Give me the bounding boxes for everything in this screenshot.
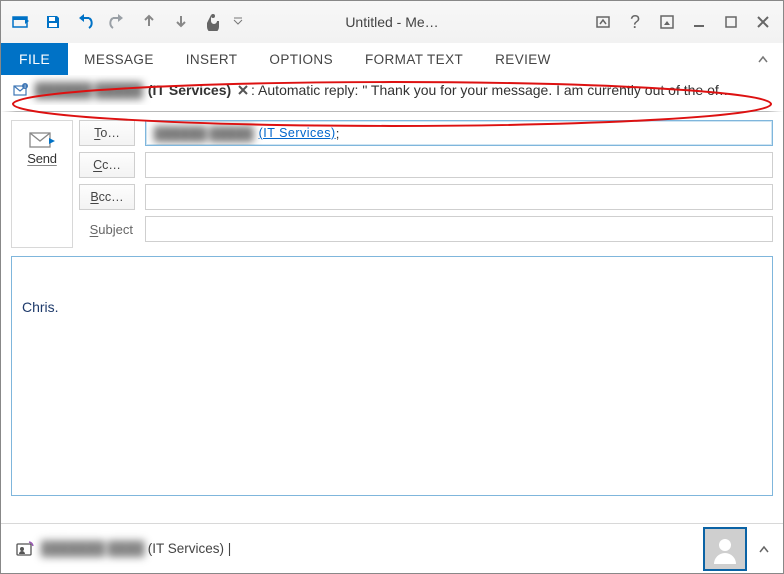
collapse-ribbon-button[interactable] xyxy=(751,54,775,64)
mailtip-text: : Automatic reply: " Thank you for your … xyxy=(251,82,733,98)
people-pane-expand-button[interactable] xyxy=(755,541,773,557)
people-pane-contact[interactable]: ███████ ████ (IT Services) | xyxy=(41,541,231,556)
undo-button[interactable] xyxy=(71,9,99,35)
to-recipient-semicolon: ; xyxy=(336,126,340,141)
mail-info-icon: i xyxy=(13,83,29,97)
to-recipient-name-redacted: ██████ █████ xyxy=(152,126,255,141)
bcc-field[interactable] xyxy=(145,184,773,210)
save-button[interactable] xyxy=(39,9,67,35)
qat-customize-button[interactable] xyxy=(231,9,245,35)
compose-header: Send To… ██████ █████ (IT Services) ; Cc… xyxy=(1,112,783,248)
contact-avatar[interactable] xyxy=(703,527,747,571)
ribbon-display-options-button[interactable] xyxy=(589,9,617,35)
close-button[interactable] xyxy=(749,9,777,35)
to-field[interactable]: ██████ █████ (IT Services) ; xyxy=(145,120,773,146)
tab-options[interactable]: OPTIONS xyxy=(253,43,349,75)
prev-item-button[interactable] xyxy=(135,9,163,35)
window-controls: ? xyxy=(589,9,777,35)
send-button-label: Send xyxy=(27,151,57,166)
svg-text:i: i xyxy=(24,84,25,90)
tab-insert[interactable]: INSERT xyxy=(170,43,254,75)
tab-format-text[interactable]: FORMAT TEXT xyxy=(349,43,479,75)
to-button[interactable]: To… xyxy=(79,120,135,146)
popout-window-button[interactable] xyxy=(7,9,35,35)
minimize-button[interactable] xyxy=(685,9,713,35)
subject-label: Subject xyxy=(79,222,135,237)
bcc-button[interactable]: Bcc… xyxy=(79,184,135,210)
tab-message[interactable]: MESSAGE xyxy=(68,43,170,75)
mailtip-recipient-dept: (IT Services) xyxy=(148,82,231,98)
cc-field[interactable] xyxy=(145,152,773,178)
people-pane-suffix: (IT Services) | xyxy=(148,541,232,556)
to-recipient-link[interactable]: (IT Services) xyxy=(259,126,336,140)
message-body-text: Chris. xyxy=(22,299,59,315)
people-pane: ███████ ████ (IT Services) | xyxy=(1,523,783,573)
mailtip-recipient-name-redacted: ██████ █████ xyxy=(33,82,144,98)
redo-button[interactable] xyxy=(103,9,131,35)
compose-fields: To… ██████ █████ (IT Services) ; Cc… Bcc… xyxy=(79,120,773,248)
tab-file[interactable]: FILE xyxy=(1,43,68,75)
people-pane-name-redacted: ███████ ████ xyxy=(41,541,144,556)
ribbon-tabs: FILE MESSAGE INSERT OPTIONS FORMAT TEXT … xyxy=(1,43,783,75)
touch-mode-button[interactable] xyxy=(199,9,227,35)
message-body[interactable]: Chris. xyxy=(11,256,773,496)
send-button[interactable]: Send xyxy=(11,120,73,248)
subject-field[interactable] xyxy=(145,216,773,242)
next-item-button[interactable] xyxy=(167,9,195,35)
window-title: Untitled - Me… xyxy=(345,14,438,30)
mailtip-divider xyxy=(1,111,783,112)
envelope-icon xyxy=(28,129,56,151)
contact-card-icon[interactable] xyxy=(15,540,37,558)
maximize-button[interactable] xyxy=(717,9,745,35)
mailtip[interactable]: i ██████ █████ (IT Services) : Automatic… xyxy=(1,75,783,105)
cc-button[interactable]: Cc… xyxy=(79,152,135,178)
title-bar: Untitled - Me… ? xyxy=(1,1,783,43)
restore-window-button[interactable] xyxy=(653,9,681,35)
help-button[interactable]: ? xyxy=(621,9,649,35)
mailtip-bar: i ██████ █████ (IT Services) : Automatic… xyxy=(1,75,783,112)
quick-access-toolbar xyxy=(7,9,245,35)
mailtip-remove-recipient-button[interactable] xyxy=(235,84,251,96)
tab-review[interactable]: REVIEW xyxy=(479,43,567,75)
